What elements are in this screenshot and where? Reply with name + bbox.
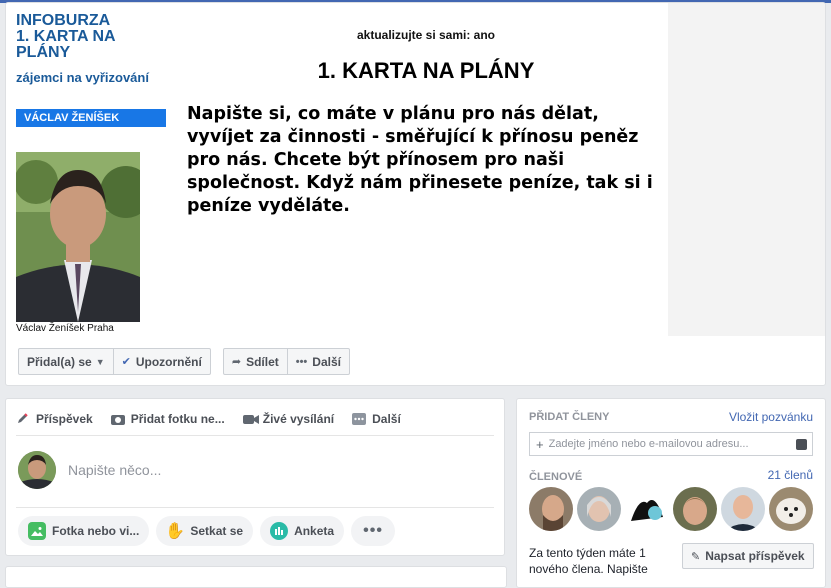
photo-caption: Václav Ženíšek Praha	[16, 323, 114, 334]
share-group: ➦ Sdílet ••• Další	[222, 348, 350, 375]
member-avatar[interactable]	[577, 487, 621, 531]
members-header: ČLENOVÉ	[529, 471, 583, 483]
tab-live-video-label: Živé vysílání	[262, 412, 335, 426]
more-label: Další	[312, 354, 341, 369]
checkmark-icon: ✔	[121, 356, 131, 368]
add-member-placeholder: Zadejte jméno nebo e-mailovou adresu...	[548, 438, 749, 450]
waving-hand-icon: ✋	[165, 523, 186, 540]
camera-icon	[110, 413, 125, 425]
profile-photo	[16, 152, 140, 322]
composer-tabs: Příspěvek Přidat fotku ne... Živé vysílá…	[16, 403, 494, 436]
photo-icon	[28, 522, 46, 540]
cover-document: aktualizujte si sami: ano 1. KARTA NA PL…	[184, 3, 668, 336]
write-post-label: Napsat příspěvek	[705, 549, 805, 563]
cover-left-panel: INFOBURZA 1. KARTA NA PLÁNY zájemci na v…	[6, 3, 184, 336]
member-avatar[interactable]	[769, 487, 813, 531]
member-avatar[interactable]	[721, 487, 765, 531]
joined-button[interactable]: Přidal(a) se ▼	[19, 349, 113, 374]
cover-left-title: INFOBURZA 1. KARTA NA PLÁNY	[16, 12, 115, 61]
cover-photo[interactable]: INFOBURZA 1. KARTA NA PLÁNY zájemci na v…	[6, 3, 825, 336]
notifications-label: Upozornění	[135, 354, 202, 369]
tab-more-label: Další	[372, 412, 401, 426]
avatar	[18, 451, 56, 489]
doc-top-line: aktualizujte si sami: ano	[356, 28, 496, 42]
notifications-button[interactable]: ✔ Upozornění	[112, 349, 210, 374]
tab-post[interactable]: Příspěvek	[16, 412, 93, 426]
tab-live-video[interactable]: Živé vysílání	[242, 412, 335, 426]
doc-paragraph: Napište si, co máte v plánu pro nás děla…	[187, 104, 653, 216]
post-composer: Příspěvek Přidat fotku ne... Živé vysílá…	[5, 398, 505, 556]
group-cover-card: INFOBURZA 1. KARTA NA PLÁNY zájemci na v…	[5, 2, 826, 386]
ellipsis-icon: •••	[295, 355, 308, 368]
poll-label: Anketa	[294, 524, 335, 538]
poll-icon	[270, 522, 289, 540]
more-box-icon	[352, 413, 367, 425]
poll-button[interactable]: Anketa	[260, 516, 345, 546]
video-camera-icon	[242, 413, 259, 425]
group-action-row: Přidal(a) se ▼ ✔ Upozornění ➦ Sdílet •••…	[18, 348, 350, 375]
joined-label: Přidal(a) se	[27, 354, 92, 369]
member-avatar[interactable]	[625, 487, 669, 531]
add-members-header: PŘIDAT ČLENY	[529, 411, 610, 423]
next-card	[5, 566, 507, 588]
member-avatar[interactable]	[673, 487, 717, 531]
meet-button[interactable]: ✋ Setkat se	[156, 516, 254, 546]
plus-icon: +	[536, 436, 544, 452]
composer-actions: Fotka nebo vi... ✋ Setkat se Anketa •••	[18, 516, 402, 546]
photo-video-button[interactable]: Fotka nebo vi...	[18, 516, 150, 546]
weekly-members-text: Za tento týden máte 1 nového člena. Napi…	[529, 546, 648, 576]
share-button[interactable]: ➦ Sdílet	[224, 349, 287, 374]
membership-group: Přidal(a) se ▼ ✔ Upozornění	[18, 348, 211, 375]
cover-name-bar: VÁCLAV ŽENÍŠEK	[16, 109, 166, 127]
doc-heading: 1. KARTA NA PLÁNY	[317, 58, 535, 83]
member-avatar[interactable]	[529, 487, 573, 531]
members-count-link[interactable]: 21 členů	[768, 468, 813, 482]
tab-post-label: Příspěvek	[36, 412, 93, 426]
tab-add-photo-label: Přidat fotku ne...	[130, 412, 225, 426]
add-member-input[interactable]: + Zadejte jméno nebo e-mailovou adresu..…	[529, 432, 813, 456]
share-label: Sdílet	[246, 354, 279, 369]
chevron-down-icon: ▼	[95, 356, 105, 367]
members-panel: PŘIDAT ČLENY Vložit pozvánku + Zadejte j…	[516, 398, 826, 588]
cover-left-subtitle: zájemci na vyřizování	[16, 70, 149, 85]
ellipsis-icon: •••	[363, 522, 383, 539]
more-options-button[interactable]: •••	[351, 516, 396, 546]
pencil-icon	[16, 413, 30, 425]
composer-divider	[16, 507, 494, 508]
contacts-icon	[796, 438, 807, 450]
write-post-button[interactable]: ✎ Napsat příspěvek	[682, 543, 814, 569]
more-button[interactable]: ••• Další	[286, 349, 349, 374]
meet-label: Setkat se	[190, 524, 244, 538]
post-input[interactable]: Napište něco...	[68, 462, 161, 478]
share-arrow-icon: ➦	[231, 356, 242, 368]
tab-more[interactable]: Další	[352, 412, 401, 426]
pencil-icon: ✎	[691, 550, 701, 563]
member-avatars	[529, 487, 817, 531]
invite-link[interactable]: Vložit pozvánku	[729, 410, 813, 424]
tab-add-photo[interactable]: Přidat fotku ne...	[110, 412, 225, 426]
photo-video-label: Fotka nebo vi...	[52, 524, 140, 538]
cover-right-area	[668, 3, 825, 336]
